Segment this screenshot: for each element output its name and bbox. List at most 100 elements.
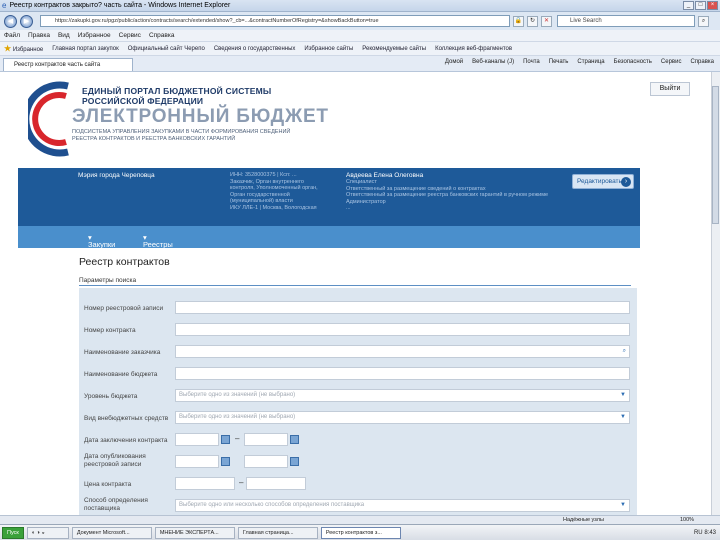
refresh-icon[interactable]: ↻ [527,15,538,27]
lock-icon[interactable]: 🔒 [513,15,524,27]
contract-date-from[interactable] [175,433,219,446]
offbudget-type-select[interactable]: Выберите одно из значений (не выбрано) ▼ [175,411,630,424]
label-offbudget-type: Вид внебюджетных средств [84,415,169,422]
stop-icon[interactable]: ✕ [541,15,552,27]
calendar-icon[interactable] [290,457,299,466]
registry-number-input[interactable] [175,301,630,314]
exit-button[interactable]: Выйти [650,82,690,96]
minimize-button[interactable]: _ [683,1,694,10]
address-bar[interactable]: https://zakupki.gov.ru/pgz/public/action… [40,15,510,27]
favorite-link-2[interactable]: Официальный сайт Черепо [128,46,205,52]
portal-logo-icon [28,81,69,157]
page-content: ЕДИНЫЙ ПОРТАЛ БЮДЖЕТНОЙ СИСТЕМЫ РОССИЙСК… [0,72,711,515]
menu-edit[interactable]: Правка [28,32,50,39]
contract-number-input[interactable] [175,323,630,336]
edit-profile-label: Редактировать [577,178,622,185]
label-budget-name: Наименование бюджета [84,371,158,378]
search-icon[interactable]: ⌕ [623,346,626,357]
menu-bar: Файл Правка Вид Избранное Сервис Справка [0,30,720,42]
label-publish-date: Дата опубликования реестровой записи [84,453,146,468]
favorite-link-1[interactable]: Главная портал закупок [52,46,118,52]
user-info-band: Мэрия города Череповца ИНН: 3528000375 |… [18,168,640,226]
logo-subtitle: ПОДСИСТЕМА УПРАВЛЕНИЯ ЗАКУПКАМИ В ЧАСТИ … [72,129,290,142]
price-from-input[interactable] [175,477,235,490]
calendar-icon[interactable] [290,435,299,444]
calendar-icon[interactable] [221,435,230,444]
favorites-star-icon[interactable]: ★ Избранное [4,44,43,53]
label-contract-date: Дата заключения контракта [84,437,168,444]
cmd-page[interactable]: Страница [577,59,604,65]
budget-level-select[interactable]: Выберите одно из значений (не выбрано) ▼ [175,389,630,402]
menu-favorites[interactable]: Избранное [78,32,111,39]
taskbar-item-home[interactable]: Главная страница... [237,526,318,539]
scrollbar-thumb[interactable] [712,86,719,224]
ie-icon: e [2,1,7,10]
search-icon[interactable]: ⌕ [698,15,709,27]
cmd-help[interactable]: Справка [690,59,714,65]
org-role-2: контроля, Уполномоченный орган, [230,185,318,191]
chevron-down-icon[interactable]: ▼ [620,500,626,511]
taskbar-item-word[interactable]: Документ Microsoft... [71,526,152,539]
arrow-right-icon: › [621,177,631,187]
publish-date-from[interactable] [175,455,219,468]
logo-sub-1: ПОДСИСТЕМА УПРАВЛЕНИЯ ЗАКУПКАМИ В ЧАСТИ … [72,129,291,135]
favorites-bar: ★ Избранное Главная портал закупок Офици… [0,42,720,56]
title-bar: e Реестр контрактов закрыто? часть сайта… [0,0,720,12]
nav-purchases[interactable]: Закупки ▾ [88,233,115,249]
logo-line-1: ЕДИНЫЙ ПОРТАЛ БЮДЖЕТНОЙ СИСТЕМЫ [82,86,272,96]
menu-view[interactable]: Вид [58,32,70,39]
taskbar-item-expert[interactable]: МНЕНИЕ ЭКСПЕРТА... [154,526,235,539]
cmd-tools[interactable]: Сервис [661,59,682,65]
close-button[interactable]: × [707,1,718,10]
favorite-link-3[interactable]: Сведения о государственных [214,46,296,52]
forward-button[interactable]: ▶ [20,14,33,28]
cmd-safety[interactable]: Безопасность [614,59,652,65]
label-budget-level: Уровень бюджета [84,393,138,400]
favorite-link-5[interactable]: Рекомендуемые сайты [362,46,426,52]
chevron-down-icon[interactable]: ▼ [620,390,626,401]
search-form: Номер реестровой записи Номер контракта … [79,288,637,515]
price-to-input[interactable] [246,477,306,490]
cmd-home[interactable]: Домой [445,59,463,65]
start-button[interactable]: Пуск [2,526,24,539]
language-indicator[interactable]: RU [694,530,703,536]
favorite-link-4[interactable]: Избранное сайты [304,46,353,52]
chevron-down-icon[interactable]: ▼ [620,412,626,423]
cmd-feeds[interactable]: Веб-каналы (J) [472,59,514,65]
cmd-mail[interactable]: Почта [523,59,540,65]
maximize-button[interactable]: □ [695,1,706,10]
user-role-2: Ответственный за размещение реестра банк… [346,192,549,198]
browser-tab[interactable]: Реестр контрактов часть сайта [3,58,133,71]
window-title: Реестр контрактов закрыто? часть сайта -… [9,2,231,9]
cmd-print[interactable]: Печать [549,59,569,65]
menu-tools[interactable]: Сервис [119,32,141,39]
nav-registries[interactable]: Реестры ▾ [143,233,173,249]
tab-row: Реестр контрактов часть сайта Домой Веб-… [0,56,720,72]
divider [79,285,631,286]
contract-date-to[interactable] [244,433,288,446]
taskbar-item-registry[interactable]: Реестр контрактов з... [320,526,401,539]
favorite-link-6[interactable]: Коллекция веб-фрагментов [435,46,512,52]
supplier-method-select[interactable]: Выберите одно или несколько способов опр… [175,499,630,512]
menu-help[interactable]: Справка [149,32,175,39]
main-nav: Закупки ▾ Реестры ▾ [18,226,640,249]
page-title: Реестр контрактов [79,256,170,268]
customer-name-input[interactable]: ⌕ [175,345,630,358]
org-details: ИНН: 3528000375 | Ксп: ... Заказчик, Орг… [230,172,318,211]
publish-date-to[interactable] [244,455,288,468]
user-name: Авдеева Елена Олеговна [346,172,424,179]
menu-file[interactable]: Файл [4,32,20,39]
search-input[interactable]: Live Search [557,15,695,27]
logo-line-2: РОССИЙСКОЙ ФЕДЕРАЦИИ [82,96,204,106]
zoom-level[interactable]: 100% [680,517,694,523]
quick-launch[interactable]: ◐ ◑ ◒ [26,526,69,539]
edit-profile-button[interactable]: Редактировать › [572,174,634,189]
org-address: ИКУ ЛЛЕ-1 | Москва, Вологодская [230,204,317,211]
back-button[interactable]: ◀ [4,14,17,28]
budget-name-input[interactable] [175,367,630,380]
taskbar: Пуск ◐ ◑ ◒ Документ Microsoft... МНЕНИЕ … [0,524,720,540]
command-bar: Домой Веб-каналы (J) Почта Печать Страни… [445,59,714,65]
label-supplier-method: Способ определения поставщика [84,497,148,512]
label-contract-number: Номер контракта [84,327,136,334]
calendar-icon[interactable] [221,457,230,466]
